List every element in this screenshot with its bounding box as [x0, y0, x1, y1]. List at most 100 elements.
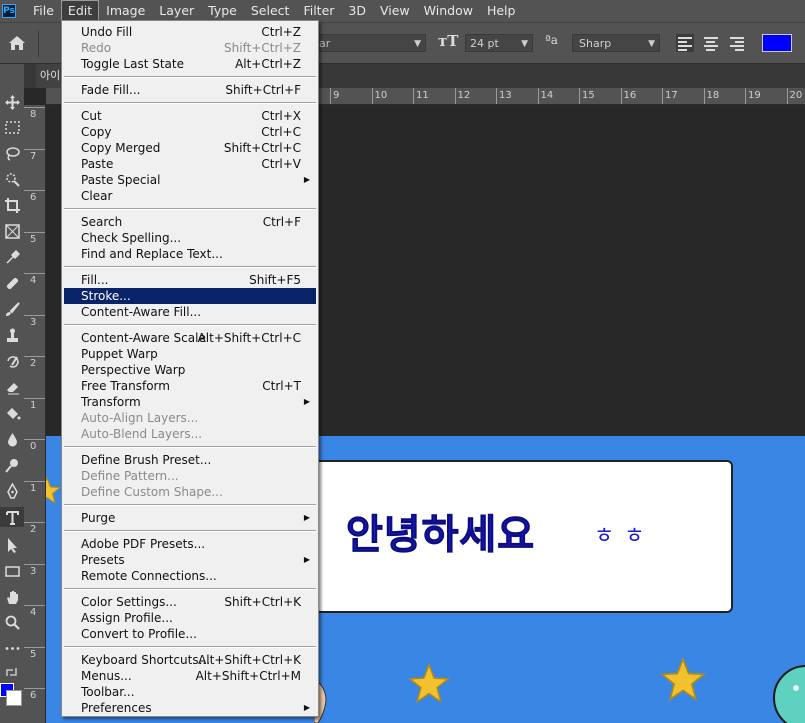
align-center-button[interactable] — [702, 34, 720, 52]
ruler-tick — [620, 88, 622, 104]
vertical-ruler: 8 7 6 5 4 3 2 1 0 1 2 3 4 5 6 — [24, 105, 46, 723]
menu-item-check-spelling[interactable]: Check Spelling... — [62, 230, 318, 246]
menu-item-paste-special[interactable]: Paste Special ▶ — [62, 172, 318, 188]
menu-view[interactable]: View — [373, 0, 417, 22]
submenu-arrow-icon: ▶ — [303, 175, 310, 184]
background-color-swatch[interactable] — [6, 690, 22, 706]
menu-item-label: Free Transform — [81, 379, 170, 393]
ruler-label: 6 — [30, 690, 37, 701]
menu-item-copy-merged[interactable]: Copy Merged Shift+Ctrl+C — [62, 140, 318, 156]
menu-item-keyboard-shortcuts[interactable]: Keyboard Shortcuts... Alt+Shift+Ctrl+K — [62, 652, 318, 668]
text-color-swatch[interactable] — [762, 34, 792, 52]
pen-tool-icon[interactable] — [0, 481, 24, 501]
menu-item-stroke[interactable]: Stroke... — [64, 288, 316, 304]
planet-decoration — [773, 665, 805, 723]
blur-tool-icon[interactable] — [0, 429, 24, 449]
home-icon[interactable] — [6, 33, 28, 53]
ruler-tick — [330, 88, 331, 104]
menu-item-undo-fill[interactable]: Undo Fill Ctrl+Z — [62, 24, 318, 40]
swap-colors-icon[interactable] — [0, 662, 24, 682]
font-size-icon: ᴛT — [438, 32, 459, 50]
menu-item-convert-to-profile[interactable]: Convert to Profile... — [62, 626, 318, 642]
menu-item-copy[interactable]: Copy Ctrl+C — [62, 124, 318, 140]
dodge-tool-icon[interactable] — [0, 455, 24, 475]
menu-item-content-aware-fill[interactable]: Content-Aware Fill... — [62, 304, 318, 320]
menu-item-label: Puppet Warp — [81, 347, 158, 361]
menu-filter[interactable]: Filter — [296, 0, 341, 22]
menu-image[interactable]: Image — [99, 0, 152, 22]
menu-item-color-settings[interactable]: Color Settings... Shift+Ctrl+K — [62, 594, 318, 610]
menu-item-purge[interactable]: Purge ▶ — [62, 510, 318, 526]
menu-edit[interactable]: Edit — [60, 0, 100, 22]
star-decoration — [46, 476, 62, 505]
menu-item-define-brush-preset[interactable]: Define Brush Preset... — [62, 452, 318, 468]
menu-item-shortcut: Alt+Ctrl+Z — [235, 57, 301, 71]
menu-item-fill[interactable]: Fill... Shift+F5 — [62, 272, 318, 288]
menu-select[interactable]: Select — [244, 0, 297, 22]
healing-brush-tool-icon[interactable] — [0, 273, 24, 293]
clone-stamp-tool-icon[interactable] — [0, 325, 24, 345]
menu-item-fade-fill[interactable]: Fade Fill... Shift+Ctrl+F — [62, 82, 318, 98]
menu-item-perspective-warp[interactable]: Perspective Warp — [62, 362, 318, 378]
antialias-select[interactable]: Sharp ▼ — [572, 34, 660, 52]
frame-tool-icon[interactable] — [0, 221, 24, 241]
ruler-tick — [24, 190, 45, 191]
brush-tool-icon[interactable] — [0, 299, 24, 319]
menu-item-presets[interactable]: Presets ▶ — [62, 552, 318, 568]
menu-item-toolbar[interactable]: Toolbar... — [62, 684, 318, 700]
ruler-label: 4 — [30, 275, 37, 286]
type-tool-icon[interactable] — [0, 507, 24, 527]
menu-item-label: Find and Replace Text... — [81, 247, 223, 261]
menu-item-puppet-warp[interactable]: Puppet Warp — [62, 346, 318, 362]
menu-window[interactable]: Window — [417, 0, 480, 22]
menu-item-toggle-last-state[interactable]: Toggle Last State Alt+Ctrl+Z — [62, 56, 318, 72]
menu-item-remote-connections[interactable]: Remote Connections... — [62, 568, 318, 584]
move-tool-icon[interactable] — [0, 92, 24, 112]
menu-item-cut[interactable]: Cut Ctrl+X — [62, 108, 318, 124]
align-left-button[interactable] — [676, 34, 694, 52]
submenu-arrow-icon: ▶ — [303, 555, 310, 564]
menu-item-free-transform[interactable]: Free Transform Ctrl+T — [62, 378, 318, 394]
menu-item-content-aware-scale[interactable]: Content-Aware Scale Alt+Shift+Ctrl+C — [62, 330, 318, 346]
quick-select-tool-icon[interactable] — [0, 169, 24, 189]
menu-separator — [64, 102, 316, 104]
eyedropper-tool-icon[interactable] — [0, 247, 24, 267]
menu-item-shortcut: Ctrl+V — [261, 157, 301, 171]
ruler-tick — [24, 107, 45, 108]
ruler-label: 4 — [30, 607, 37, 618]
font-size-select[interactable]: 24 pt ▼ — [465, 34, 533, 52]
menu-item-label: Redo — [81, 41, 112, 55]
menu-item-menus[interactable]: Menus... Alt+Shift+Ctrl+M — [62, 668, 318, 684]
font-style-select[interactable]: ar ▼ — [312, 34, 426, 52]
menu-item-clear[interactable]: Clear — [62, 188, 318, 204]
edit-menu-dropdown: Undo Fill Ctrl+Z Redo Shift+Ctrl+Z Toggle La… — [61, 20, 319, 717]
menu-item-find-and-replace-text[interactable]: Find and Replace Text... — [62, 246, 318, 262]
align-right-button[interactable] — [728, 34, 746, 52]
menu-type[interactable]: Type — [201, 0, 244, 22]
crop-tool-icon[interactable] — [0, 195, 24, 215]
path-select-tool-icon[interactable] — [0, 535, 24, 555]
marquee-tool-icon[interactable] — [0, 117, 24, 137]
menu-item-preferences[interactable]: Preferences ▶ — [62, 700, 318, 716]
history-brush-tool-icon[interactable] — [0, 351, 24, 371]
menu-file[interactable]: File — [26, 0, 61, 22]
paint-bucket-tool-icon[interactable] — [0, 403, 24, 423]
menu-item-paste[interactable]: Paste Ctrl+V — [62, 156, 318, 172]
lasso-tool-icon[interactable] — [0, 143, 24, 163]
hand-tool-icon[interactable] — [0, 587, 24, 607]
ruler-tick — [454, 88, 456, 104]
menu-item-label: Define Brush Preset... — [81, 453, 212, 467]
menu-item-search[interactable]: Search Ctrl+F — [62, 214, 318, 230]
menu-item-transform[interactable]: Transform ▶ — [62, 394, 318, 410]
eraser-tool-icon[interactable] — [0, 377, 24, 397]
menu-help[interactable]: Help — [480, 0, 523, 22]
rectangle-tool-icon[interactable] — [0, 561, 24, 581]
menu-layer[interactable]: Layer — [152, 0, 201, 22]
menu-item-assign-profile[interactable]: Assign Profile... — [62, 610, 318, 626]
more-tools-icon[interactable] — [0, 638, 24, 658]
menu-item-adobe-pdf-presets[interactable]: Adobe PDF Presets... — [62, 536, 318, 552]
zoom-tool-icon[interactable] — [0, 612, 24, 632]
menu-item-shortcut: Ctrl+F — [262, 215, 301, 229]
menu-3d[interactable]: 3D — [341, 0, 373, 22]
chevron-down-icon: ▼ — [648, 39, 655, 49]
